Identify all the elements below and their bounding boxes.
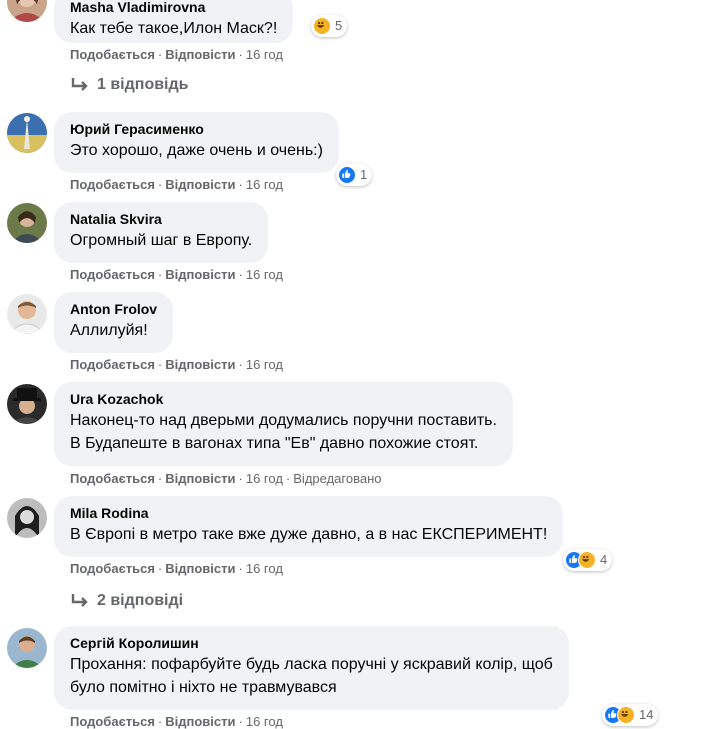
like-link[interactable]: Подобається bbox=[70, 177, 155, 192]
haha-icon bbox=[578, 551, 596, 569]
reactions-badge[interactable]: 5 bbox=[311, 15, 348, 37]
replies-count-label: 1 відповідь bbox=[97, 76, 189, 93]
comment-text: Прохання: пофарбуйте будь ласка поручні … bbox=[70, 656, 553, 673]
comment-actions: Подобається · Відповісти · 16 год bbox=[70, 47, 283, 62]
reply-link[interactable]: Відповісти bbox=[165, 471, 235, 486]
reply-link[interactable]: Відповісти bbox=[165, 267, 235, 282]
like-link[interactable]: Подобається bbox=[70, 714, 155, 729]
comment-author[interactable]: Anton Frolov bbox=[70, 300, 157, 318]
reply-link[interactable]: Відповісти bbox=[165, 47, 235, 62]
comment-time[interactable]: 16 год bbox=[246, 714, 283, 729]
comment-time[interactable]: 16 год bbox=[246, 471, 283, 486]
comment-text: Как тебе такое,Илон Маск?! bbox=[70, 20, 278, 37]
like-icon bbox=[338, 166, 356, 184]
comment-text: Огромный шаг в Европу. bbox=[70, 232, 253, 249]
like-link[interactable]: Подобається bbox=[70, 267, 155, 282]
reply-link[interactable]: Відповісти bbox=[165, 561, 235, 576]
comment-actions: Подобається · Відповісти · 16 год bbox=[70, 177, 283, 192]
reactions-badge[interactable]: 14 bbox=[602, 704, 659, 726]
reply-link[interactable]: Відповісти bbox=[165, 714, 235, 729]
reactions-count: 1 bbox=[360, 167, 368, 182]
comment-bubble: Mila Rodina В Європі в метро таке вже ду… bbox=[54, 496, 564, 557]
comment-time[interactable]: 16 год bbox=[246, 561, 283, 576]
comment-time[interactable]: 16 год bbox=[246, 267, 283, 282]
avatar[interactable] bbox=[7, 384, 47, 424]
reply-arrow-icon bbox=[71, 78, 88, 91]
comment-time[interactable]: 16 год bbox=[246, 177, 283, 192]
reactions-count: 14 bbox=[639, 707, 654, 722]
comment-bubble: Юрий Герасименко Это хорошо, даже очень … bbox=[54, 112, 339, 173]
comment-time[interactable]: 16 год bbox=[246, 357, 283, 372]
comment-text: було помітно і ніхто не травмувався bbox=[70, 679, 337, 696]
replies-count-label: 2 відповіді bbox=[97, 592, 184, 609]
comment-actions: Подобається · Відповісти · 16 год bbox=[70, 267, 283, 282]
reactions-badge[interactable]: 4 bbox=[563, 549, 613, 571]
comment-actions: Подобається · Відповісти · 16 год bbox=[70, 714, 283, 729]
avatar[interactable] bbox=[7, 203, 47, 243]
comment-bubble: Masha Vladimirovna Как тебе такое,Илон М… bbox=[54, 0, 294, 43]
comment-author[interactable]: Natalia Skvira bbox=[70, 210, 252, 228]
reactions-count: 5 bbox=[335, 18, 343, 33]
comment-text: Это хорошо, даже очень и очень:) bbox=[70, 142, 323, 159]
avatar[interactable] bbox=[7, 0, 47, 22]
like-link[interactable]: Подобається bbox=[70, 471, 155, 486]
avatar[interactable] bbox=[7, 628, 47, 668]
comment-author[interactable]: Ura Kozachok bbox=[70, 390, 497, 408]
avatar[interactable] bbox=[7, 113, 47, 153]
comment-actions: Подобається · Відповісти · 16 год · Відредагов… bbox=[70, 471, 382, 486]
comment-bubble: Сергій Королишин Прохання: пофарбуйте бу… bbox=[54, 626, 569, 710]
comment-author[interactable]: Mila Rodina bbox=[70, 504, 547, 522]
comment-text: В Європі в метро таке вже дуже давно, а … bbox=[70, 526, 548, 543]
avatar[interactable] bbox=[7, 294, 47, 334]
comment-bubble: Natalia Skvira Огромный шаг в Европу. bbox=[54, 202, 269, 263]
like-link[interactable]: Подобається bbox=[70, 47, 155, 62]
edited-label: Відредаговано bbox=[293, 471, 382, 486]
comment-time[interactable]: 16 год bbox=[246, 47, 283, 62]
view-replies-link[interactable]: 1 відповідь bbox=[70, 76, 189, 94]
comment-text: Аллилуйя! bbox=[70, 322, 148, 339]
reactions-badge[interactable]: 1 bbox=[336, 164, 373, 186]
reactions-count: 4 bbox=[600, 552, 608, 567]
comment-actions: Подобається · Відповісти · 16 год bbox=[70, 561, 283, 576]
comment-author[interactable]: Masha Vladimirovna bbox=[70, 0, 277, 16]
avatar[interactable] bbox=[7, 498, 47, 538]
haha-icon bbox=[617, 706, 635, 724]
haha-icon bbox=[313, 17, 331, 35]
comment-actions: Подобається · Відповісти · 16 год bbox=[70, 357, 283, 372]
comment-bubble: Ura Kozachok Наконец-то над дверьми доду… bbox=[54, 382, 513, 466]
comment-text: В Будапеште в вагонах типа "Ев" давно по… bbox=[70, 435, 479, 452]
reply-link[interactable]: Відповісти bbox=[165, 357, 235, 372]
comment-author[interactable]: Юрий Герасименко bbox=[70, 120, 323, 138]
like-link[interactable]: Подобається bbox=[70, 561, 155, 576]
reply-link[interactable]: Відповісти bbox=[165, 177, 235, 192]
like-link[interactable]: Подобається bbox=[70, 357, 155, 372]
reply-arrow-icon bbox=[71, 594, 88, 607]
view-replies-link[interactable]: 2 відповіді bbox=[70, 592, 183, 610]
comment-author[interactable]: Сергій Королишин bbox=[70, 634, 553, 652]
comment-text: Наконец-то над дверьми додумались поручн… bbox=[70, 412, 497, 429]
comment-bubble: Anton Frolov Аллилуйя! bbox=[54, 292, 174, 353]
